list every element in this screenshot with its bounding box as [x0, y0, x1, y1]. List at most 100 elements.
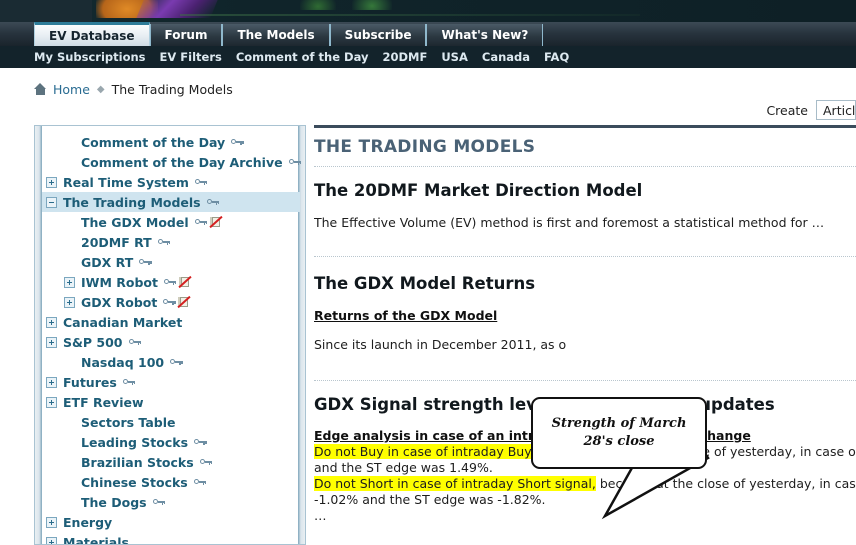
sidebar-item-iwm-robot[interactable]: IWM Robot — [42, 272, 300, 292]
sidebar-item-label: Leading Stocks — [81, 434, 189, 450]
callout-text: Strength of March 28's close — [551, 416, 687, 449]
primary-tab-bar: EV Database Forum The Models Subscribe What'… — [0, 22, 856, 46]
tab-forum[interactable]: Forum — [149, 24, 223, 46]
key-icon — [122, 378, 136, 386]
section-1-paragraph: The Effective Volume (EV) method is firs… — [314, 215, 825, 230]
primary-tab-strip: EV Database Forum The Models Subscribe What'… — [34, 22, 544, 46]
subnav-item-usa[interactable]: USA — [441, 50, 468, 64]
main-content: THE TRADING MODELS The 20DMF Market Dire… — [314, 125, 856, 545]
subnav-item-faq[interactable]: FAQ — [544, 50, 569, 64]
key-icon — [194, 218, 208, 226]
sidebar-item-sectors-table[interactable]: Sectors Table — [42, 412, 300, 432]
sidebar-item-label: GDX RT — [81, 254, 134, 270]
expand-icon[interactable] — [46, 176, 57, 188]
sidebar-item-comment-of-the-day[interactable]: Comment of the Day — [42, 132, 300, 152]
subnav-item-comment-of-the-day[interactable]: Comment of the Day — [236, 50, 369, 64]
breadcrumb: Home ◆ The Trading Models — [34, 80, 233, 98]
sidebar-item-the-trading-models[interactable]: The Trading Models — [42, 192, 300, 212]
sidebar-item-label: 20DMF RT — [81, 234, 152, 250]
collapse-icon[interactable] — [46, 196, 57, 208]
restricted-document-icon — [178, 275, 192, 289]
sidebar-item-label: The Trading Models — [63, 194, 201, 210]
subnav-item-20dmf[interactable]: 20DMF — [382, 50, 427, 64]
sidebar-item-futures[interactable]: Futures — [42, 372, 300, 392]
banner-graphic-line — [180, 14, 640, 16]
key-icon — [193, 478, 207, 486]
edge-analysis-ellipsis: … — [314, 508, 327, 523]
key-icon — [194, 178, 208, 186]
sidebar-item-the-dogs[interactable]: The Dogs — [42, 492, 300, 512]
expand-icon[interactable] — [46, 536, 57, 544]
sidebar-item-brazilian-stocks[interactable]: Brazilian Stocks — [42, 452, 300, 472]
expand-icon[interactable] — [46, 376, 57, 388]
sidebar-item-leading-stocks[interactable]: Leading Stocks — [42, 432, 300, 452]
sidebar-item-label: Nasdaq 100 — [81, 354, 165, 370]
section-2-heading: The GDX Model Returns — [314, 274, 536, 293]
sidebar-item-canadian-market[interactable]: Canadian Market — [42, 312, 300, 332]
section-2-paragraph: Since its launch in December 2011, as o — [314, 337, 567, 352]
page-body: Home ◆ The Trading Models Create Article… — [0, 68, 856, 545]
sidebar-item-s-p-500[interactable]: S&P 500 — [42, 332, 300, 352]
tab-the-models[interactable]: The Models — [222, 24, 330, 46]
key-icon — [139, 258, 152, 266]
returns-of-gdx-model-link[interactable]: Returns of the GDX Model — [314, 308, 497, 323]
divider-2 — [314, 256, 856, 257]
expand-icon[interactable] — [46, 336, 57, 348]
create-control: Create Article — [766, 100, 856, 120]
home-icon — [34, 83, 47, 95]
banner-graphic-green-left — [300, 0, 336, 10]
sidebar-item-nasdaq-100[interactable]: Nasdaq 100 — [42, 352, 300, 372]
sidebar-item-the-gdx-model[interactable]: The GDX Model — [42, 212, 300, 232]
restricted-document-icon — [177, 295, 191, 309]
edge-analysis-line-4: -1.02% and the ST edge was -1.82%. — [314, 492, 546, 507]
subnav-item-ev-filters[interactable]: EV Filters — [160, 50, 222, 64]
sidebar-item-materials[interactable]: Materials — [42, 532, 300, 545]
key-icon — [288, 158, 302, 166]
sidebar-item-label: Canadian Market — [63, 314, 183, 330]
page-title: THE TRADING MODELS — [314, 137, 536, 157]
subnav-item-canada[interactable]: Canada — [482, 50, 530, 64]
sidebar-item-comment-of-the-day-archive[interactable]: Comment of the Day Archive — [42, 152, 302, 172]
tab-what-s-new[interactable]: What's New? — [426, 24, 544, 46]
subnav-item-my-subscriptions[interactable]: My Subscriptions — [34, 50, 146, 64]
create-type-select[interactable]: Article — [816, 100, 856, 120]
edge-analysis-line-3-rest: because at the close of yesterday, in ca… — [599, 476, 856, 491]
key-icon — [231, 138, 244, 146]
sidebar-item-label: Energy — [63, 514, 113, 530]
expand-icon[interactable] — [46, 396, 57, 408]
sidebar-item-chinese-stocks[interactable]: Chinese Stocks — [42, 472, 300, 492]
sidebar-item-gdx-robot[interactable]: GDX Robot — [42, 292, 300, 312]
sidebar-item-20dmf-rt[interactable]: 20DMF RT — [42, 232, 300, 252]
sidebar-item-label: Comment of the Day — [81, 134, 226, 150]
key-icon — [206, 198, 220, 206]
secondary-nav-bar: My Subscriptions EV Filters Comment of the… — [0, 46, 856, 68]
sidebar-item-label: Futures — [63, 374, 117, 390]
sidebar-item-energy[interactable]: Energy — [42, 512, 300, 532]
sidebar-item-real-time-system[interactable]: Real Time System — [42, 172, 300, 192]
expand-icon[interactable] — [64, 276, 75, 288]
sidebar-item-list: Comment of the Day Comment of the Day Arc… — [42, 132, 302, 545]
expand-icon[interactable] — [46, 516, 57, 528]
sidebar-item-etf-review[interactable]: ETF Review — [42, 392, 300, 412]
expand-icon[interactable] — [46, 316, 57, 328]
banner-left-cap — [0, 0, 92, 22]
breadcrumb-separator-icon: ◆ — [96, 83, 105, 95]
tab-ev-database[interactable]: EV Database — [34, 22, 150, 46]
sidebar-item-gdx-rt[interactable]: GDX RT — [42, 252, 300, 272]
sidebar-item-label: GDX Robot — [81, 294, 158, 310]
edge-analysis-line-3: Do not Short in case of intraday Short s… — [314, 476, 856, 492]
breadcrumb-home-link[interactable]: Home — [53, 82, 90, 97]
sidebar-item-label: Materials — [63, 534, 129, 545]
sidebar-left-edge — [35, 126, 42, 544]
expand-icon[interactable] — [64, 296, 75, 308]
key-icon — [163, 298, 176, 306]
divider-1 — [314, 166, 856, 167]
highlight-do-not-short: Do not Short in case of intraday Short s… — [314, 476, 596, 491]
key-icon — [163, 278, 177, 286]
callout-balloon: Strength of March 28's close — [531, 397, 707, 469]
sidebar-item-label: The Dogs — [81, 494, 147, 510]
key-icon — [152, 498, 166, 506]
sidebar-item-label: Sectors Table — [81, 414, 176, 430]
sidebar-item-label: S&P 500 — [63, 334, 123, 350]
tab-subscribe[interactable]: Subscribe — [329, 24, 427, 46]
